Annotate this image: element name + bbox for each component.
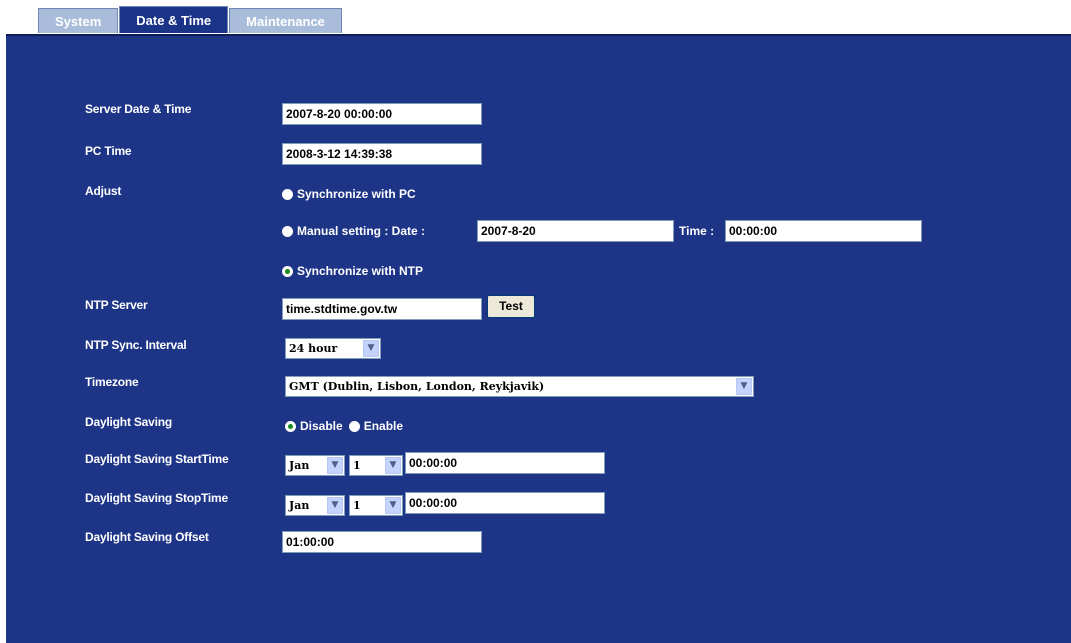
manual-date-field[interactable]: 2007-8-20	[477, 220, 674, 242]
dst-disable-label: Disable	[300, 419, 343, 433]
dst-offset-label: Daylight Saving Offset	[85, 530, 209, 544]
sync-pc-label: Synchronize with PC	[297, 187, 416, 201]
dst-start-month-value: Jan	[289, 459, 310, 472]
manual-time-label: Time :	[679, 224, 715, 238]
radio-dst-disable[interactable]	[285, 420, 296, 432]
dst-start-day-select[interactable]: 1 ▼	[349, 455, 403, 476]
dst-stop-month-value: Jan	[289, 499, 310, 512]
manual-time-field[interactable]: 00:00:00	[725, 220, 922, 242]
dst-stop-day-select[interactable]: 1 ▼	[349, 495, 403, 516]
pc-time-field[interactable]: 2008-3-12 14:39:38	[282, 143, 482, 165]
dst-stop-label: Daylight Saving StopTime	[85, 491, 229, 505]
timezone-select[interactable]: GMT (Dublin, Lisbon, London, Reykjavik) …	[285, 376, 754, 397]
radio-manual[interactable]	[282, 225, 293, 237]
radio-sync-pc[interactable]	[282, 188, 293, 200]
dst-stop-time-field[interactable]: 00:00:00	[405, 492, 605, 514]
dst-start-month-select[interactable]: Jan ▼	[285, 455, 345, 476]
dst-enable-label: Enable	[363, 419, 404, 433]
server-time-label: Server Date & Time	[85, 102, 192, 116]
sync-ntp-label: Synchronize with NTP	[297, 264, 424, 278]
ntp-server-label: NTP Server	[85, 298, 148, 312]
chevron-down-icon[interactable]: ▼	[327, 497, 343, 514]
radio-dst-enable[interactable]	[348, 420, 360, 432]
radio-sync-ntp[interactable]	[282, 265, 293, 277]
adjust-sync-pc-option[interactable]: Synchronize with PC	[282, 187, 416, 201]
chevron-down-icon[interactable]: ▼	[736, 378, 752, 395]
timezone-value: GMT (Dublin, Lisbon, London, Reykjavik)	[289, 380, 545, 393]
pc-time-label: PC Time	[85, 144, 132, 158]
dst-start-label: Daylight Saving StartTime	[85, 452, 229, 466]
ntp-server-field[interactable]: time.stdtime.gov.tw	[282, 298, 482, 320]
tab-maintenance[interactable]: Maintenance	[229, 8, 342, 33]
test-button[interactable]: Test	[487, 295, 535, 318]
dst-stop-day-value: 1	[353, 499, 361, 512]
dst-start-time-field[interactable]: 00:00:00	[405, 452, 605, 474]
adjust-label: Adjust	[85, 184, 122, 198]
dst-start-day-value: 1	[353, 459, 361, 472]
dst-label: Daylight Saving	[85, 415, 173, 429]
server-time-field[interactable]: 2007-8-20 00:00:00	[282, 103, 482, 125]
ntp-interval-select[interactable]: 24 hour ▼	[285, 338, 381, 359]
dst-stop-month-select[interactable]: Jan ▼	[285, 495, 345, 516]
chevron-down-icon[interactable]: ▼	[385, 457, 401, 474]
tab-date-time[interactable]: Date & Time	[119, 6, 229, 33]
manual-label: Manual setting : Date :	[297, 224, 426, 238]
ntp-interval-value: 24 hour	[289, 342, 338, 355]
tab-system[interactable]: System	[38, 8, 119, 33]
chevron-down-icon[interactable]: ▼	[385, 497, 401, 514]
chevron-down-icon[interactable]: ▼	[327, 457, 343, 474]
dst-offset-field[interactable]: 01:00:00	[282, 531, 482, 553]
tab-bar: System Date & Time Maintenance	[38, 6, 343, 34]
adjust-manual-option[interactable]: Manual setting : Date :	[282, 224, 425, 238]
timezone-label: Timezone	[85, 375, 139, 389]
chevron-down-icon[interactable]: ▼	[363, 340, 379, 357]
adjust-sync-ntp-option[interactable]: Synchronize with NTP	[282, 264, 423, 278]
settings-panel: Server Date & Time 2007-8-20 00:00:00 PC…	[6, 34, 1071, 643]
dst-options: Disable Enable	[285, 419, 403, 433]
ntp-interval-label: NTP Sync. Interval	[85, 338, 187, 352]
